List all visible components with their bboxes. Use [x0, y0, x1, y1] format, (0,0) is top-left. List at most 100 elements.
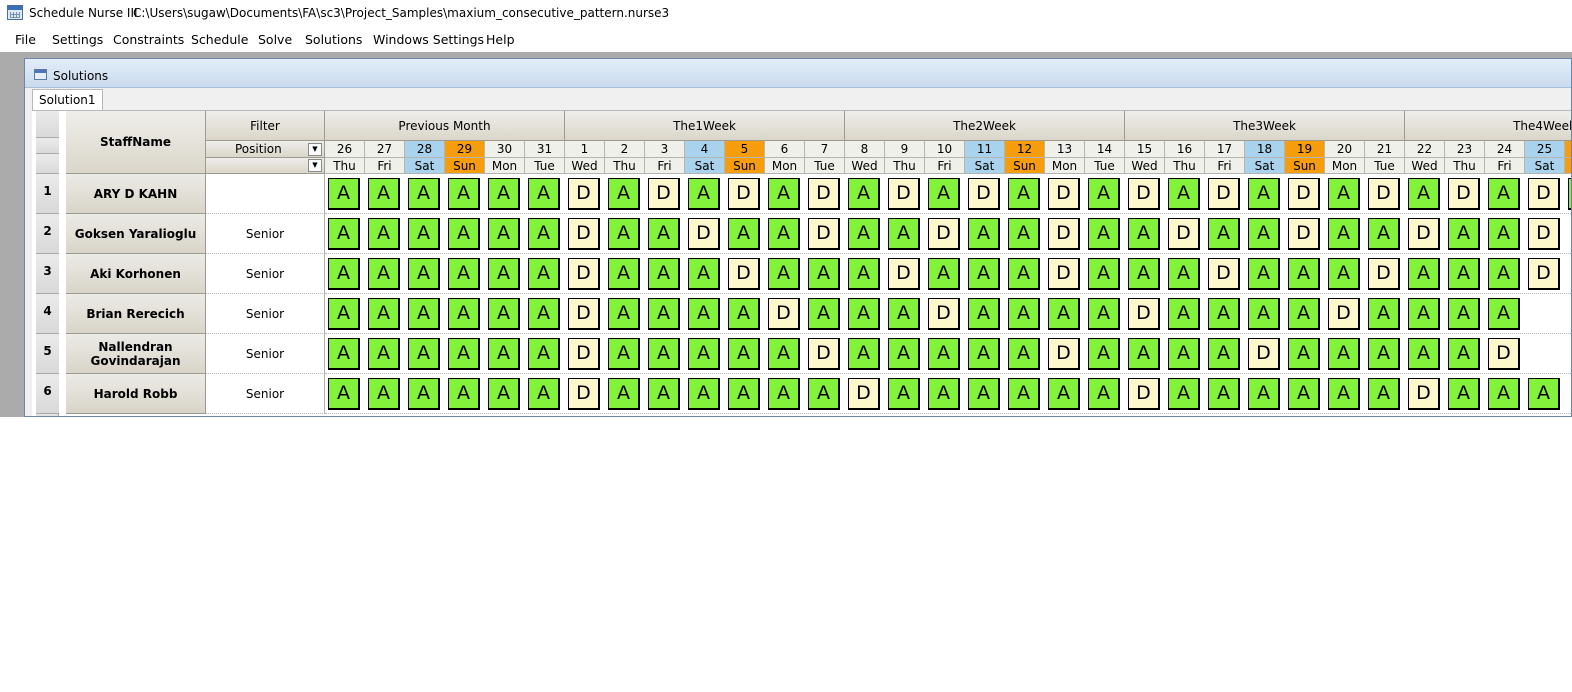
shift-cell[interactable]: A: [448, 378, 480, 410]
shift-cell[interactable]: A: [1088, 218, 1120, 250]
shift-cell[interactable]: A: [328, 258, 360, 290]
shift-cell[interactable]: A: [1488, 218, 1520, 250]
shift-cell[interactable]: A: [968, 338, 1000, 370]
row-number[interactable]: 2: [36, 214, 59, 254]
shift-cell[interactable]: D: [768, 298, 800, 330]
staff-name[interactable]: Harold Robb: [66, 374, 206, 414]
shift-cell[interactable]: A: [968, 258, 1000, 290]
shift-cell[interactable]: A: [408, 258, 440, 290]
shift-cell[interactable]: A: [1088, 258, 1120, 290]
staff-name[interactable]: ARY D KAHN: [66, 174, 206, 214]
day-date-header[interactable]: 1: [565, 141, 605, 158]
shift-cell[interactable]: A: [1488, 178, 1520, 210]
shift-cell[interactable]: A: [648, 298, 680, 330]
shift-cell[interactable]: A: [448, 298, 480, 330]
menu-settings[interactable]: Settings: [52, 32, 103, 47]
day-date-header[interactable]: 5: [725, 141, 765, 158]
shift-cell[interactable]: D: [968, 178, 1000, 210]
day-date-header[interactable]: 26: [325, 141, 365, 158]
shift-cell[interactable]: A: [648, 258, 680, 290]
shift-cell[interactable]: A: [608, 298, 640, 330]
shift-cell[interactable]: A: [528, 178, 560, 210]
day-date-header[interactable]: 23: [1445, 141, 1485, 158]
shift-cell[interactable]: A: [408, 378, 440, 410]
shift-cell[interactable]: D: [1208, 178, 1240, 210]
shift-cell[interactable]: A: [488, 298, 520, 330]
menu-solve[interactable]: Solve: [258, 32, 292, 47]
shift-cell[interactable]: A: [368, 378, 400, 410]
menu-schedule[interactable]: Schedule: [191, 32, 248, 47]
shift-cell[interactable]: D: [568, 178, 600, 210]
shift-cell[interactable]: A: [928, 338, 960, 370]
shift-cell[interactable]: A: [1248, 218, 1280, 250]
shift-cell[interactable]: A: [1168, 338, 1200, 370]
shift-cell[interactable]: A: [648, 338, 680, 370]
shift-cell[interactable]: A: [1088, 178, 1120, 210]
shift-cell[interactable]: D: [648, 178, 680, 210]
shift-cell[interactable]: A: [848, 258, 880, 290]
day-date-header[interactable]: 31: [525, 141, 565, 158]
shift-cell[interactable]: A: [1128, 258, 1160, 290]
shift-cell[interactable]: A: [688, 378, 720, 410]
shift-cell[interactable]: A: [1008, 178, 1040, 210]
shift-cell[interactable]: D: [1488, 338, 1520, 370]
shift-cell[interactable]: D: [1408, 218, 1440, 250]
shift-cell[interactable]: D: [1208, 258, 1240, 290]
shift-cell[interactable]: A: [1088, 298, 1120, 330]
shift-cell[interactable]: A: [368, 218, 400, 250]
shift-cell[interactable]: A: [848, 218, 880, 250]
shift-cell[interactable]: A: [1128, 218, 1160, 250]
shift-cell[interactable]: A: [1488, 298, 1520, 330]
day-date-header[interactable]: 13: [1045, 141, 1085, 158]
shift-cell[interactable]: A: [1208, 378, 1240, 410]
day-date-header[interactable]: 15: [1125, 141, 1165, 158]
shift-cell[interactable]: A: [528, 298, 560, 330]
shift-cell[interactable]: A: [1368, 218, 1400, 250]
shift-cell[interactable]: D: [1048, 338, 1080, 370]
shift-cell[interactable]: A: [1128, 338, 1160, 370]
shift-cell[interactable]: A: [848, 178, 880, 210]
shift-cell[interactable]: A: [928, 378, 960, 410]
shift-cell[interactable]: D: [728, 258, 760, 290]
menu-constraints[interactable]: Constraints: [113, 32, 184, 47]
shift-cell[interactable]: D: [568, 218, 600, 250]
shift-cell[interactable]: A: [1008, 378, 1040, 410]
shift-cell[interactable]: A: [888, 298, 920, 330]
shift-cell[interactable]: A: [408, 178, 440, 210]
shift-cell[interactable]: A: [888, 338, 920, 370]
shift-cell[interactable]: A: [1288, 298, 1320, 330]
shift-cell[interactable]: A: [1408, 298, 1440, 330]
shift-cell[interactable]: A: [368, 258, 400, 290]
shift-cell[interactable]: A: [1168, 298, 1200, 330]
shift-cell[interactable]: A: [1048, 378, 1080, 410]
day-date-header[interactable]: 2: [605, 141, 645, 158]
day-date-header[interactable]: 10: [925, 141, 965, 158]
shift-cell[interactable]: A: [608, 218, 640, 250]
shift-cell[interactable]: A: [1168, 378, 1200, 410]
shift-cell[interactable]: A: [408, 218, 440, 250]
row-header-corner[interactable]: [36, 154, 59, 174]
shift-cell[interactable]: D: [1168, 218, 1200, 250]
day-date-header[interactable]: [1565, 141, 1571, 158]
shift-cell[interactable]: A: [1248, 258, 1280, 290]
shift-cell[interactable]: A: [768, 258, 800, 290]
shift-cell[interactable]: A: [488, 178, 520, 210]
shift-cell[interactable]: A: [768, 338, 800, 370]
shift-cell[interactable]: D: [568, 258, 600, 290]
shift-cell[interactable]: A: [1048, 298, 1080, 330]
shift-cell[interactable]: A: [728, 338, 760, 370]
shift-cell[interactable]: D: [1368, 258, 1400, 290]
shift-cell[interactable]: A: [848, 338, 880, 370]
shift-cell[interactable]: A: [1408, 178, 1440, 210]
shift-cell[interactable]: D: [688, 218, 720, 250]
shift-cell[interactable]: A: [1008, 338, 1040, 370]
shift-cell[interactable]: D: [1048, 218, 1080, 250]
shift-cell[interactable]: A: [728, 378, 760, 410]
shift-cell[interactable]: A: [768, 378, 800, 410]
shift-cell[interactable]: A: [1368, 338, 1400, 370]
shift-cell[interactable]: A: [408, 298, 440, 330]
shift-cell[interactable]: A: [1488, 258, 1520, 290]
row-number[interactable]: 4: [36, 294, 59, 334]
shift-cell[interactable]: A: [1568, 178, 1571, 210]
day-date-header[interactable]: 24: [1485, 141, 1525, 158]
